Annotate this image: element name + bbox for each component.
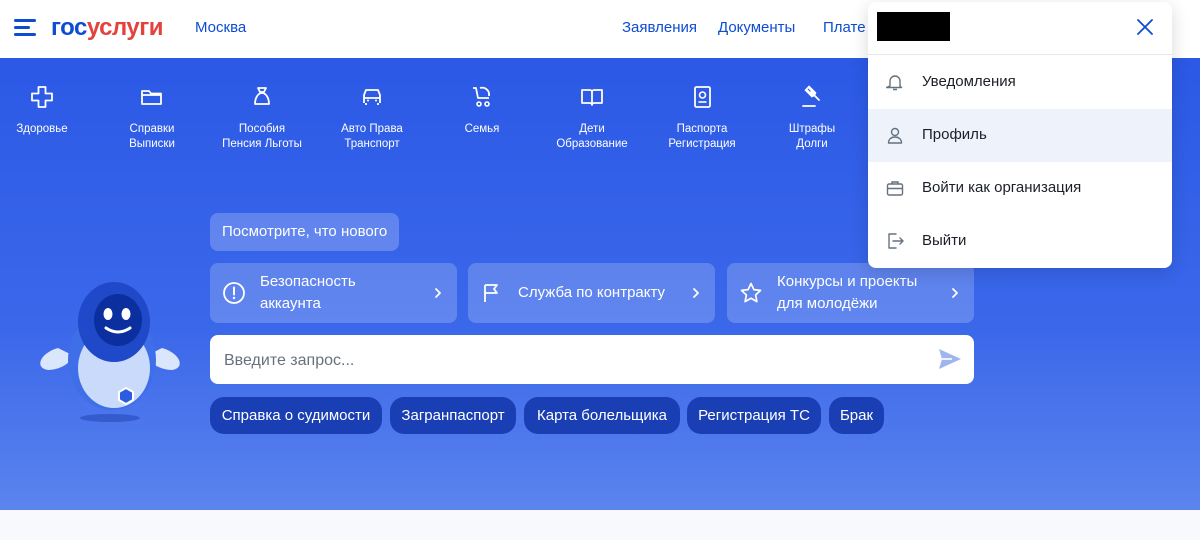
card-youth-contests[interactable]: Конкурсы и проекты для молодёжи [727,263,974,323]
nav-payments[interactable]: Плате [823,19,866,36]
card-text: Безопасность аккаунта [260,271,425,315]
search-input[interactable] [222,335,926,386]
category-label: Дети [579,123,605,135]
quick-link-fan-card[interactable]: Карта болельщика [524,397,680,434]
card-contract-service[interactable]: Служба по контракту [468,263,715,323]
category-health[interactable]: Здоровье [0,84,97,137]
logo-text-part2: услуги [86,14,164,41]
passport-icon [694,86,711,108]
category-label: Пособия [238,123,286,135]
card-account-security[interactable]: Безопасность аккаунта [210,263,457,323]
category-fines[interactable]: Штрафы Долги [757,84,867,152]
whats-new-button[interactable]: Посмотрите, что нового [210,213,400,251]
category-label: Здоровье [16,123,68,135]
close-icon[interactable] [1136,18,1154,36]
category-passports[interactable]: Паспорта Регистрация [647,84,757,152]
chevron-right-icon [952,288,958,298]
quick-link-vehicle-registration[interactable]: Регистрация ТС [687,397,821,434]
briefcase-icon [886,181,904,196]
category-family[interactable]: Семья [427,84,537,137]
chevron-right-icon [435,288,441,298]
money-bag-icon [254,87,270,105]
card-text: Конкурсы и проекты для молодёжи [777,271,942,315]
search-box [210,335,974,386]
chevron-right-icon [693,288,699,298]
user-icon [887,127,903,144]
category-label-2: Долги [796,138,828,150]
menu-item-logout[interactable]: Выйти [868,215,1172,268]
robot-assistant-image [40,282,180,422]
gosuslugi-logo[interactable]: госуслуги [51,13,164,43]
car-icon [363,89,381,105]
category-auto[interactable]: Авто Права Транспорт [317,84,427,152]
exclamation-circle-icon [223,282,245,304]
category-label-2: Образование [556,138,628,150]
category-label: Справки [129,123,175,135]
menu-item-label: Выйти [922,232,967,249]
menu-burger-icon[interactable] [14,19,38,37]
card-line1: Служба по контракту [518,284,666,301]
nav-applications[interactable]: Заявления [622,19,697,36]
category-label-2: Регистрация [668,138,736,150]
category-label-2: Транспорт [344,138,400,150]
category-benefits[interactable]: Пособия Пенсия Льготы [207,84,317,152]
category-label: Штрафы [788,123,836,135]
quick-link-foreign-passport[interactable]: Загранпаспорт [390,397,516,434]
menu-item-notifications[interactable]: Уведомления [868,56,1172,109]
quick-link-criminal-record[interactable]: Справка о судимости [210,397,382,434]
category-label: Авто Права [341,123,403,135]
card-line2: для молодёжи [777,295,878,312]
card-text: Служба по контракту [518,282,683,304]
category-certificates[interactable]: Справки Выписки [97,84,207,152]
card-line2: аккаунта [260,295,321,312]
menu-item-label: Войти как организация [922,179,1082,196]
star-icon [740,282,762,303]
logo-text-part1: гос [51,14,87,41]
plus-cross-icon [31,86,53,108]
logout-icon [888,233,904,249]
book-icon [581,89,603,106]
category-label-2: Выписки [129,138,175,150]
folder-icon [141,90,162,105]
category-children[interactable]: Дети Образование [537,84,647,152]
gavel-icon [802,85,820,107]
send-icon[interactable] [938,348,962,370]
category-label: Паспорта [676,123,728,135]
quick-link-marriage[interactable]: Брак [829,397,884,434]
flag-icon [484,284,498,302]
stroller-icon [473,86,490,107]
redacted-user-name [877,12,950,41]
menu-item-label: Уведомления [922,73,1016,90]
menu-item-profile[interactable]: Профиль [868,109,1172,162]
bell-icon [886,75,903,91]
page-bottom-area [0,510,1200,540]
city-selector[interactable]: Москва [195,19,246,36]
card-line1: Конкурсы и проекты [777,273,918,290]
card-line1: Безопасность [260,273,356,290]
menu-item-label: Профиль [922,126,987,143]
category-label-2: Пенсия Льготы [222,138,302,150]
menu-item-organization[interactable]: Войти как организация [868,162,1172,215]
nav-documents[interactable]: Документы [718,19,795,36]
dropdown-header [868,2,1172,55]
profile-dropdown: Уведомления Профиль Войти как организаци… [868,2,1172,268]
category-label: Семья [464,123,500,135]
